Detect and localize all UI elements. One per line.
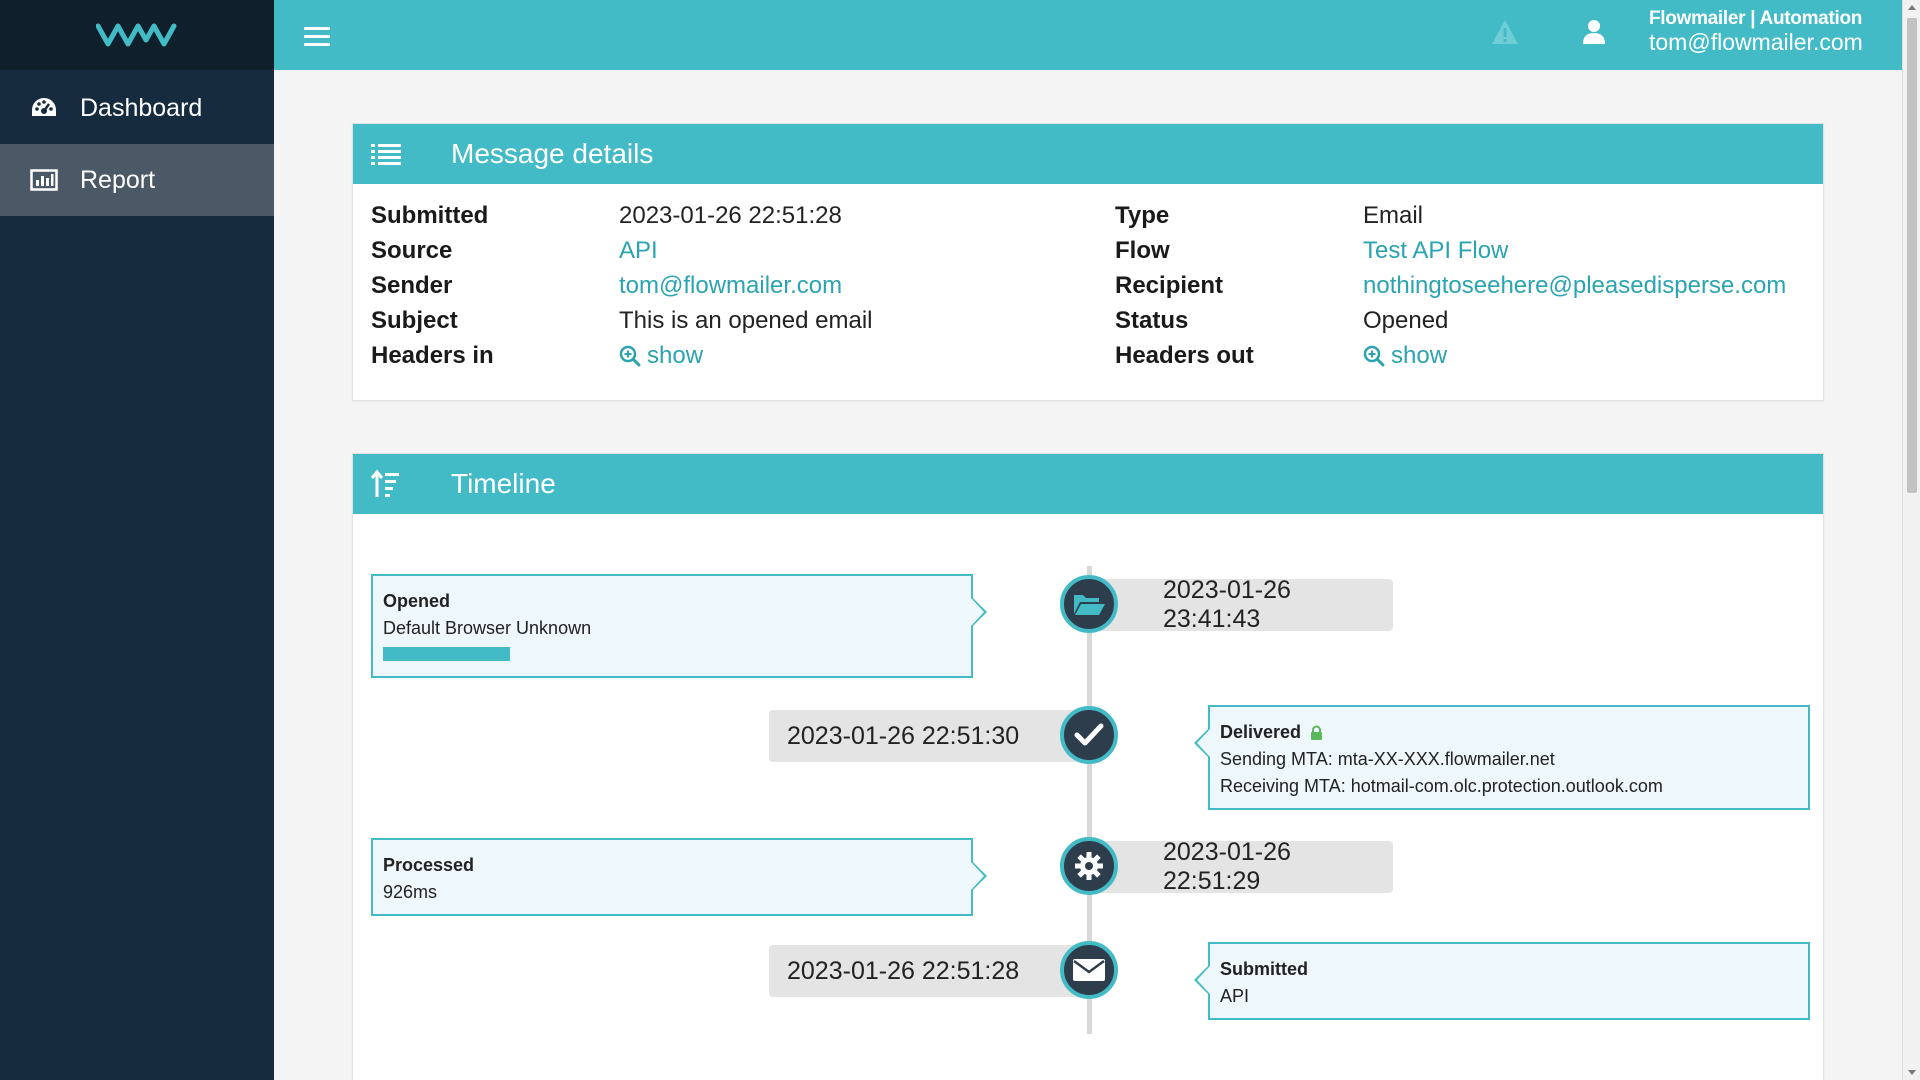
panel-header: Timeline bbox=[353, 454, 1823, 514]
timeline-node bbox=[1060, 575, 1118, 633]
event-detail: Default Browser Unknown bbox=[383, 618, 592, 638]
user-icon[interactable] bbox=[1582, 18, 1606, 51]
menu-toggle-icon[interactable] bbox=[304, 27, 330, 47]
event-title: Submitted bbox=[1220, 959, 1308, 979]
bar-chart-icon bbox=[30, 166, 58, 194]
scroll-down-icon[interactable] bbox=[1908, 1070, 1916, 1075]
event-time: 2023-01-26 22:51:30 bbox=[769, 710, 1091, 762]
top-bar: Flowmailer | Automation tom@flowmailer.c… bbox=[274, 0, 1902, 70]
detail-label: Recipient bbox=[1115, 272, 1224, 299]
detail-label: Submitted bbox=[371, 202, 489, 229]
headers-in-show-link[interactable]: show bbox=[619, 341, 703, 371]
details-grid: Submitted 2023-01-26 22:51:28 Source API… bbox=[353, 184, 1823, 369]
sender-link[interactable]: tom@flowmailer.com bbox=[619, 272, 842, 299]
panel-title: Timeline bbox=[451, 468, 556, 499]
detail-label: Headers out bbox=[1115, 342, 1254, 369]
sidebar-item-label: Report bbox=[80, 165, 156, 194]
show-label: show bbox=[1391, 342, 1448, 369]
detail-label: Subject bbox=[371, 307, 458, 334]
headers-out-show-link[interactable]: show bbox=[1363, 341, 1447, 371]
zoom-in-icon bbox=[1363, 345, 1385, 367]
type-value: Email bbox=[1363, 202, 1424, 229]
subject-value: This is an opened email bbox=[619, 307, 873, 334]
logo[interactable] bbox=[0, 0, 274, 70]
detail-label: Status bbox=[1115, 307, 1189, 334]
account-org: Flowmailer | Automation bbox=[1649, 8, 1863, 29]
timeline-event-delivered: Delivered Sending MTA: mta-XX-XXX.flowma… bbox=[1194, 705, 1810, 810]
timeline-node bbox=[1060, 837, 1118, 895]
detail-label: Flow bbox=[1115, 237, 1170, 264]
sort-icon bbox=[353, 469, 413, 499]
detail-label: Type bbox=[1115, 202, 1170, 229]
panel-title: Message details bbox=[451, 138, 654, 169]
submitted-value: 2023-01-26 22:51:28 bbox=[619, 202, 842, 229]
dashboard-gauge-icon bbox=[30, 94, 58, 122]
sidebar: Dashboard Report bbox=[0, 0, 274, 1080]
envelope-icon bbox=[1073, 959, 1105, 981]
page-scrollbar[interactable] bbox=[1902, 0, 1920, 1080]
detail-label: Headers in bbox=[371, 342, 494, 369]
message-details-panel: Message details Submitted 2023-01-26 22:… bbox=[352, 123, 1824, 401]
folder-open-icon bbox=[1074, 595, 1105, 615]
event-title: Processed bbox=[383, 855, 475, 875]
lock-icon bbox=[1311, 725, 1323, 741]
timeline-event-opened: Opened Default Browser Unknown bbox=[371, 574, 987, 678]
flow-link[interactable]: Test API Flow bbox=[1363, 237, 1508, 264]
source-link[interactable]: API bbox=[619, 237, 658, 264]
sidebar-item-dashboard[interactable]: Dashboard bbox=[0, 72, 274, 144]
event-detail: Sending MTA: mta-XX-XXX.flowmailer.net bbox=[1220, 749, 1555, 769]
account-email: tom@flowmailer.com bbox=[1649, 28, 1863, 55]
timeline-node bbox=[1060, 941, 1118, 999]
status-value: Opened bbox=[1363, 307, 1449, 334]
timeline-node bbox=[1060, 706, 1118, 764]
list-icon bbox=[353, 142, 413, 166]
gear-icon bbox=[1075, 852, 1103, 880]
panel-header: Message details bbox=[353, 124, 1823, 184]
event-title: Opened bbox=[383, 591, 451, 611]
show-label: show bbox=[647, 342, 704, 369]
scrollbar-thumb[interactable] bbox=[1907, 18, 1917, 493]
event-detail: API bbox=[1220, 986, 1250, 1006]
detail-label: Sender bbox=[371, 272, 453, 299]
event-detail: 926ms bbox=[383, 882, 438, 902]
event-time: 2023-01-26 22:51:29 bbox=[1083, 838, 1393, 895]
timeline-event-processed: Processed 926ms bbox=[371, 838, 987, 916]
sidebar-item-report[interactable]: Report bbox=[0, 144, 274, 216]
event-title: Delivered bbox=[1220, 722, 1302, 742]
account-info[interactable]: Flowmailer | Automation tom@flowmailer.c… bbox=[1649, 8, 1863, 55]
recipient-link[interactable]: nothingtoseehere@pleasedisperse.com bbox=[1363, 272, 1786, 299]
redacted-text bbox=[383, 647, 510, 661]
check-icon bbox=[1074, 723, 1104, 746]
detail-label: Source bbox=[371, 237, 453, 264]
warning-icon[interactable] bbox=[1490, 18, 1520, 51]
flowmailer-logo bbox=[96, 23, 177, 47]
scroll-up-icon[interactable] bbox=[1908, 5, 1916, 10]
zoom-in-icon bbox=[619, 345, 641, 367]
event-time: 2023-01-26 23:41:43 bbox=[1083, 576, 1393, 633]
timeline-panel: Timeline Opened Default Browser Unknown … bbox=[352, 453, 1824, 1080]
event-detail: Receiving MTA: hotmail-com.olc.protectio… bbox=[1220, 776, 1663, 796]
timeline-event-submitted: Submitted API bbox=[1194, 942, 1810, 1020]
sidebar-item-label: Dashboard bbox=[80, 93, 203, 122]
event-time: 2023-01-26 22:51:28 bbox=[769, 945, 1091, 997]
